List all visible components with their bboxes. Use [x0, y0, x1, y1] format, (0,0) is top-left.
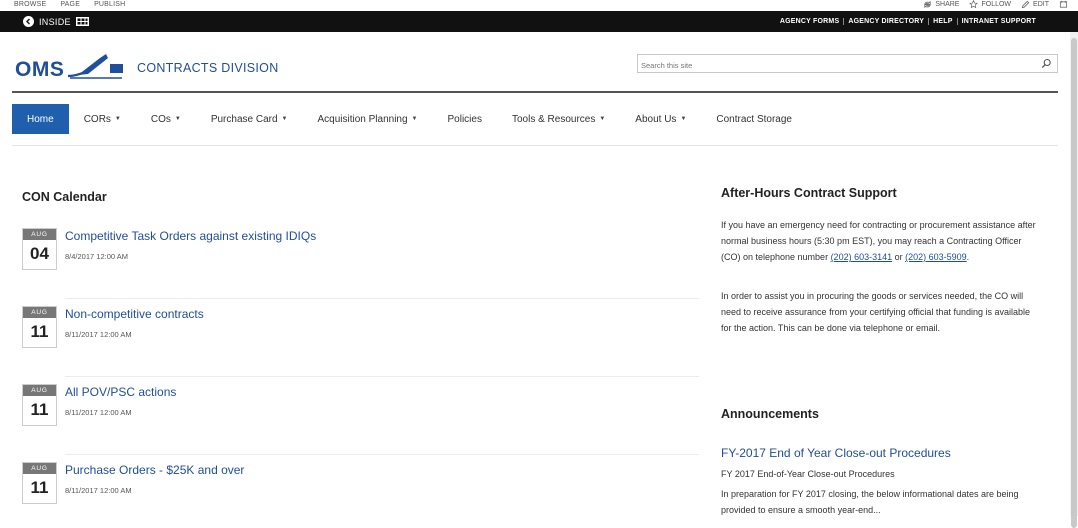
- dropdown-caret-icon: ▼: [599, 116, 606, 122]
- event-time: 8/11/2017 12:00 AM: [65, 408, 132, 417]
- date-badge: AUG 11: [22, 306, 57, 348]
- sharepoint-ribbon: BROWSE PAGE PUBLISH SHARE FOLLOW EDIT: [0, 0, 1078, 11]
- date-month: AUG: [23, 463, 56, 474]
- focus-icon: [1059, 0, 1068, 8]
- nav-item-contract-storage[interactable]: Contract Storage: [701, 104, 807, 134]
- ribbon-tab-page[interactable]: PAGE: [60, 1, 80, 8]
- follow-label: FOLLOW: [981, 1, 1012, 8]
- after-hours-heading: After-Hours Contract Support: [721, 186, 897, 200]
- nav-label: Acquisition Planning: [317, 113, 408, 125]
- nav-label: COs: [150, 113, 171, 125]
- calendar-heading: CON Calendar: [22, 190, 107, 204]
- date-day: 04: [30, 244, 49, 263]
- announcement-summary: In preparation for FY 2017 closing, the …: [721, 489, 1019, 515]
- nav-item-about-us[interactable]: About Us ▼: [620, 104, 701, 134]
- search-input[interactable]: [638, 57, 1033, 74]
- edit-button[interactable]: EDIT: [1021, 0, 1049, 9]
- main-navigation: Home CORs ▼ COs ▼ Purchase Card ▼ Acquisiti…: [12, 104, 807, 134]
- search-icon[interactable]: [1041, 58, 1052, 69]
- after-hours-paragraph: If you have an emergency need for contra…: [721, 217, 1041, 265]
- event-title-link[interactable]: Competitive Task Orders against existing…: [65, 229, 316, 243]
- nav-label: Home: [27, 113, 54, 125]
- after-hours-text: .: [966, 252, 970, 262]
- event-divider: [65, 454, 699, 455]
- nav-label: About Us: [635, 113, 677, 125]
- nav-divider: [12, 145, 1058, 146]
- dropdown-caret-icon: ▼: [281, 116, 288, 122]
- nav-item-policies[interactable]: Policies: [433, 104, 497, 134]
- event-time: 8/4/2017 12:00 AM: [65, 252, 128, 261]
- event-divider: [65, 376, 699, 377]
- focus-button[interactable]: [1059, 0, 1068, 9]
- agency-directory-link[interactable]: AGENCY DIRECTORY: [843, 18, 928, 25]
- topbar-links: AGENCY FORMS AGENCY DIRECTORY HELP INTRA…: [776, 18, 1040, 25]
- phone-link-primary[interactable]: (202) 603-3141: [831, 252, 893, 262]
- pencil-icon: [1021, 0, 1030, 9]
- nav-label: Policies: [447, 113, 482, 125]
- date-badge: AUG 04: [22, 228, 57, 270]
- ribbon-tab-publish[interactable]: PUBLISH: [94, 1, 125, 8]
- nav-item-home[interactable]: Home: [12, 104, 69, 134]
- after-hours-text: or: [892, 252, 906, 262]
- event-time: 8/11/2017 12:00 AM: [65, 330, 132, 339]
- nav-item-cors[interactable]: CORs ▼: [69, 104, 136, 134]
- site-search: [637, 54, 1058, 74]
- edit-label: EDIT: [1033, 1, 1049, 8]
- dropdown-caret-icon: ▼: [411, 116, 418, 122]
- nav-item-tools-resources[interactable]: Tools & Resources ▼: [497, 104, 620, 134]
- intranet-topbar: INSIDE AGENCY FORMS AGENCY DIRECTORY HEL…: [0, 11, 1078, 32]
- event-title-link[interactable]: Non-competitive contracts: [65, 307, 204, 321]
- follow-button[interactable]: FOLLOW: [969, 0, 1011, 9]
- announcement-title-link[interactable]: FY-2017 End of Year Close-out Procedures: [721, 446, 951, 460]
- logo-text: OMS: [15, 58, 65, 81]
- share-icon: [924, 0, 931, 9]
- date-day: 11: [30, 400, 49, 419]
- event-time: 8/11/2017 12:00 AM: [65, 486, 132, 495]
- nav-label: Tools & Resources: [511, 113, 596, 125]
- date-day: 11: [30, 478, 49, 497]
- pen-logo-icon: [68, 54, 124, 79]
- star-icon: [969, 0, 979, 9]
- help-link[interactable]: HELP: [928, 18, 956, 25]
- oms-logo[interactable]: OMS: [15, 52, 124, 80]
- share-label: SHARE: [935, 1, 960, 8]
- date-month: AUG: [23, 229, 56, 240]
- dropdown-caret-icon: ▼: [114, 116, 121, 122]
- nav-label: Contract Storage: [716, 113, 792, 125]
- nav-label: Purchase Card: [210, 113, 278, 125]
- after-hours-paragraph-2: In order to assist you in procuring the …: [721, 291, 1031, 333]
- event-title-link[interactable]: Purchase Orders - $25K and over: [65, 463, 244, 477]
- inside-label: INSIDE: [39, 16, 71, 27]
- announcements-heading: Announcements: [721, 407, 819, 421]
- date-month: AUG: [23, 307, 56, 318]
- nav-item-cos[interactable]: COs ▼: [136, 104, 196, 134]
- ribbon-tab-browse[interactable]: BROWSE: [14, 1, 46, 8]
- inside-link[interactable]: INSIDE: [23, 16, 89, 27]
- share-button[interactable]: SHARE: [923, 0, 959, 9]
- nav-label: CORs: [83, 113, 111, 125]
- date-month: AUG: [23, 385, 56, 396]
- nav-item-acquisition-planning[interactable]: Acquisition Planning ▼: [302, 104, 432, 134]
- event-divider: [65, 298, 699, 299]
- intranet-support-link[interactable]: INTRANET SUPPORT: [956, 18, 1040, 25]
- ribbon-tabs: BROWSE PAGE PUBLISH: [14, 1, 125, 8]
- date-badge: AUG 11: [22, 384, 57, 426]
- phone-link-secondary[interactable]: (202) 603-5909: [905, 252, 967, 262]
- agency-forms-link[interactable]: AGENCY FORMS: [776, 18, 843, 25]
- nav-item-purchase-card[interactable]: Purchase Card ▼: [196, 104, 303, 134]
- back-arrow-icon: [23, 16, 34, 27]
- scrollbar-thumb[interactable]: [1071, 38, 1077, 528]
- dropdown-caret-icon: ▼: [680, 116, 687, 122]
- ribbon-actions: SHARE FOLLOW EDIT: [923, 0, 1068, 9]
- announcement-subtitle: FY 2017 End-of-Year Close-out Procedures: [721, 469, 895, 479]
- event-title-link[interactable]: All POV/PSC actions: [65, 385, 176, 399]
- date-day: 11: [30, 322, 49, 341]
- page-scrollbar[interactable]: [1070, 32, 1078, 528]
- inside-logo-icon: [75, 17, 89, 26]
- site-title[interactable]: CONTRACTS DIVISION: [137, 61, 279, 75]
- date-badge: AUG 11: [22, 462, 57, 504]
- dropdown-caret-icon: ▼: [174, 116, 181, 122]
- header-divider: [12, 91, 1058, 93]
